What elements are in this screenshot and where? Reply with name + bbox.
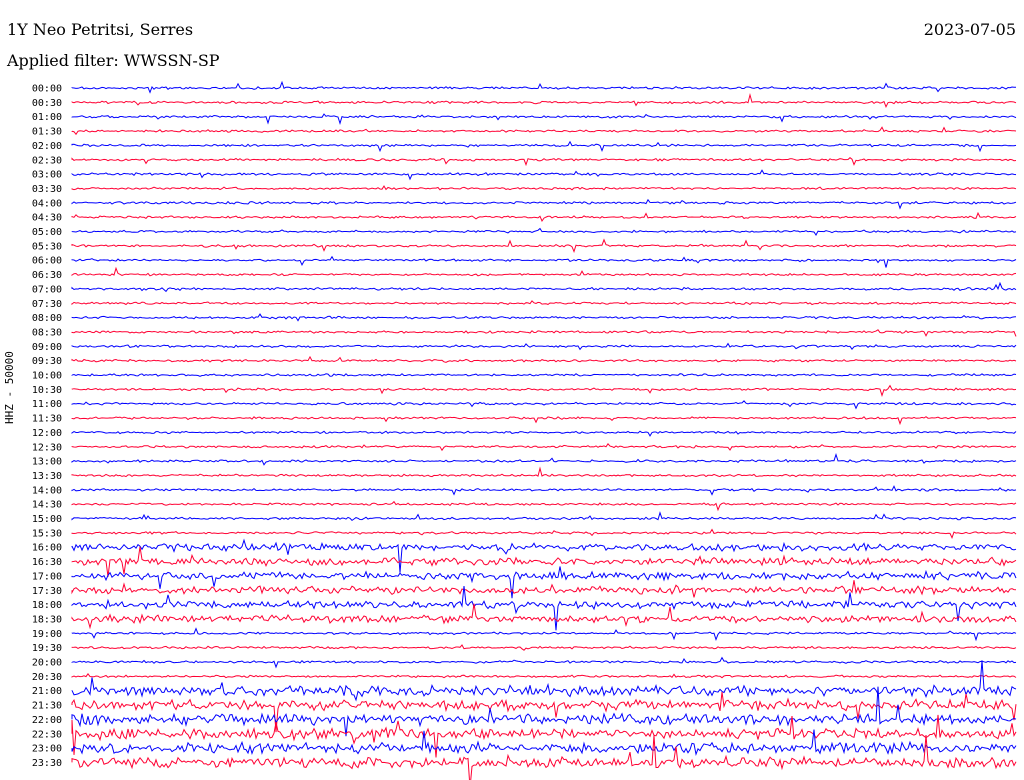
row-time-label: 09:30 <box>32 356 62 367</box>
row-time-label: 16:00 <box>32 543 62 554</box>
trace-row <box>71 266 1017 277</box>
row-time-label: 05:30 <box>32 241 62 252</box>
row-time-label: 15:00 <box>32 514 62 525</box>
row-time-label: 12:00 <box>32 428 62 439</box>
trace-row <box>71 355 1017 363</box>
row-time-label: 19:30 <box>32 643 62 654</box>
row-time-label: 20:30 <box>32 672 62 683</box>
trace-row <box>71 329 1017 337</box>
row-time-label: 01:00 <box>32 112 62 123</box>
trace-group <box>71 80 1017 780</box>
trace-row <box>71 500 1017 512</box>
row-time-label: 13:30 <box>32 471 62 482</box>
row-time-label: 12:30 <box>32 442 62 453</box>
trace-row <box>71 255 1017 268</box>
trace-row <box>71 92 1017 109</box>
trace-row <box>71 157 1017 167</box>
row-time-label: 03:00 <box>32 170 62 181</box>
row-time-label: 17:30 <box>32 586 62 597</box>
trace-row <box>71 342 1017 351</box>
row-time-label: 06:30 <box>32 270 62 281</box>
trace-row <box>71 603 1017 630</box>
trace-row <box>71 442 1017 452</box>
row-time-label: 02:00 <box>32 141 62 152</box>
trace-row <box>71 384 1017 397</box>
trace-row <box>71 528 1017 540</box>
trace-row <box>71 660 1017 702</box>
trace-row <box>71 644 1017 651</box>
row-time-label: 13:00 <box>32 457 62 468</box>
trace-row <box>71 691 1017 733</box>
trace-row <box>71 80 1016 94</box>
row-time-label: 11:30 <box>32 414 62 425</box>
row-time-label: 21:30 <box>32 701 62 712</box>
trace-row <box>71 185 1017 191</box>
trace-row <box>71 546 1017 577</box>
row-time-label: 16:30 <box>32 557 62 568</box>
trace-row <box>71 585 1017 631</box>
row-time-label: 10:00 <box>32 371 62 382</box>
row-time-label: 06:00 <box>32 256 62 267</box>
row-time-label: 08:30 <box>32 327 62 338</box>
row-time-label: 23:30 <box>32 758 62 769</box>
trace-row <box>71 566 1017 599</box>
row-time-label: 03:30 <box>32 184 62 195</box>
row-time-label: 11:00 <box>32 399 62 410</box>
row-time-label: 23:00 <box>32 744 62 755</box>
row-time-label: 04:00 <box>32 198 62 209</box>
row-time-label: 02:30 <box>32 155 62 166</box>
row-time-label: 17:00 <box>32 571 62 582</box>
trace-row <box>71 400 1017 410</box>
row-time-label: 09:00 <box>32 342 62 353</box>
trace-row <box>71 485 1017 496</box>
row-time-label: 18:00 <box>32 600 62 611</box>
trace-row <box>71 735 1017 780</box>
row-time-label: 10:30 <box>32 385 62 396</box>
trace-row <box>71 313 1017 322</box>
trace-row <box>71 627 1017 642</box>
trace-row <box>71 126 1017 136</box>
trace-row <box>71 113 1017 125</box>
row-time-label: 18:30 <box>32 614 62 625</box>
trace-row <box>71 416 1017 426</box>
row-time-label: 00:00 <box>32 84 62 95</box>
row-time-label: 00:30 <box>32 98 62 109</box>
trace-row <box>71 452 1017 466</box>
row-time-label: 14:00 <box>32 485 62 496</box>
row-time-label: 07:00 <box>32 284 62 295</box>
row-time-label: 01:30 <box>32 127 62 138</box>
row-time-label: 22:00 <box>32 715 62 726</box>
row-time-label: 08:00 <box>32 313 62 324</box>
row-time-label: 07:30 <box>32 299 62 310</box>
trace-row <box>71 373 1017 377</box>
trace-row <box>71 140 1017 153</box>
trace-row <box>71 198 1017 210</box>
row-time-label: 14:30 <box>32 500 62 511</box>
row-time-label: 19:00 <box>32 629 62 640</box>
row-time-label: 04:30 <box>32 213 62 224</box>
row-time-label: 20:00 <box>32 658 62 669</box>
trace-row <box>71 538 1017 573</box>
row-time-label: 15:30 <box>32 528 62 539</box>
row-time-label: 05:00 <box>32 227 62 238</box>
trace-row <box>71 430 1017 437</box>
trace-row <box>71 656 1017 669</box>
trace-row <box>71 466 1017 478</box>
trace-row <box>71 211 1017 223</box>
trace-row <box>71 281 1017 293</box>
trace-row <box>71 227 1017 236</box>
trace-row <box>71 686 1017 737</box>
trace-row <box>71 238 1017 253</box>
trace-row <box>71 169 1017 181</box>
trace-row <box>71 300 1017 306</box>
helicorder-plot: 00:00 00:30 01:00 01:30 02:00 02:30 03:00 03:30… <box>32 80 1017 780</box>
row-time-label: 22:30 <box>32 729 62 740</box>
trace-row <box>71 511 1017 522</box>
tick-label-group: 00:00 00:30 01:00 01:30 02:00 02:30 03:00 03:30… <box>32 84 62 769</box>
trace-row <box>71 672 1017 679</box>
row-time-label: 21:00 <box>32 686 62 697</box>
